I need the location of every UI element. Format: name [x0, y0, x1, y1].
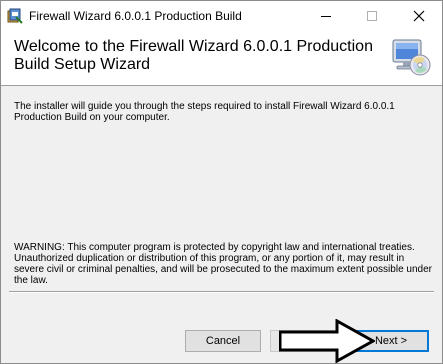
- copyright-warning: WARNING: This computer program is protec…: [14, 242, 432, 286]
- previous-button[interactable]: [270, 330, 346, 352]
- minimize-icon: [321, 16, 331, 17]
- window-title: Firewall Wizard 6.0.0.1 Production Build: [29, 9, 242, 23]
- footer-divider: [9, 291, 434, 293]
- installer-app-icon: [7, 8, 23, 24]
- title-bar[interactable]: Firewall Wizard 6.0.0.1 Production Build: [1, 1, 442, 31]
- cancel-button[interactable]: Cancel: [185, 330, 261, 352]
- installer-window: Firewall Wizard 6.0.0.1 Production Build…: [0, 0, 443, 364]
- minimize-button[interactable]: [303, 1, 349, 31]
- next-button[interactable]: Next >: [353, 330, 429, 352]
- wizard-header: Welcome to the Firewall Wizard 6.0.0.1 P…: [1, 31, 442, 86]
- maximize-button[interactable]: [349, 1, 395, 31]
- close-button[interactable]: [396, 1, 442, 31]
- wizard-title: Welcome to the Firewall Wizard 6.0.0.1 P…: [14, 38, 373, 73]
- intro-text: The installer will guide you through the…: [14, 101, 395, 123]
- maximize-icon: [367, 11, 377, 21]
- close-icon: [413, 10, 425, 22]
- setup-computer-cd-icon: [389, 37, 433, 77]
